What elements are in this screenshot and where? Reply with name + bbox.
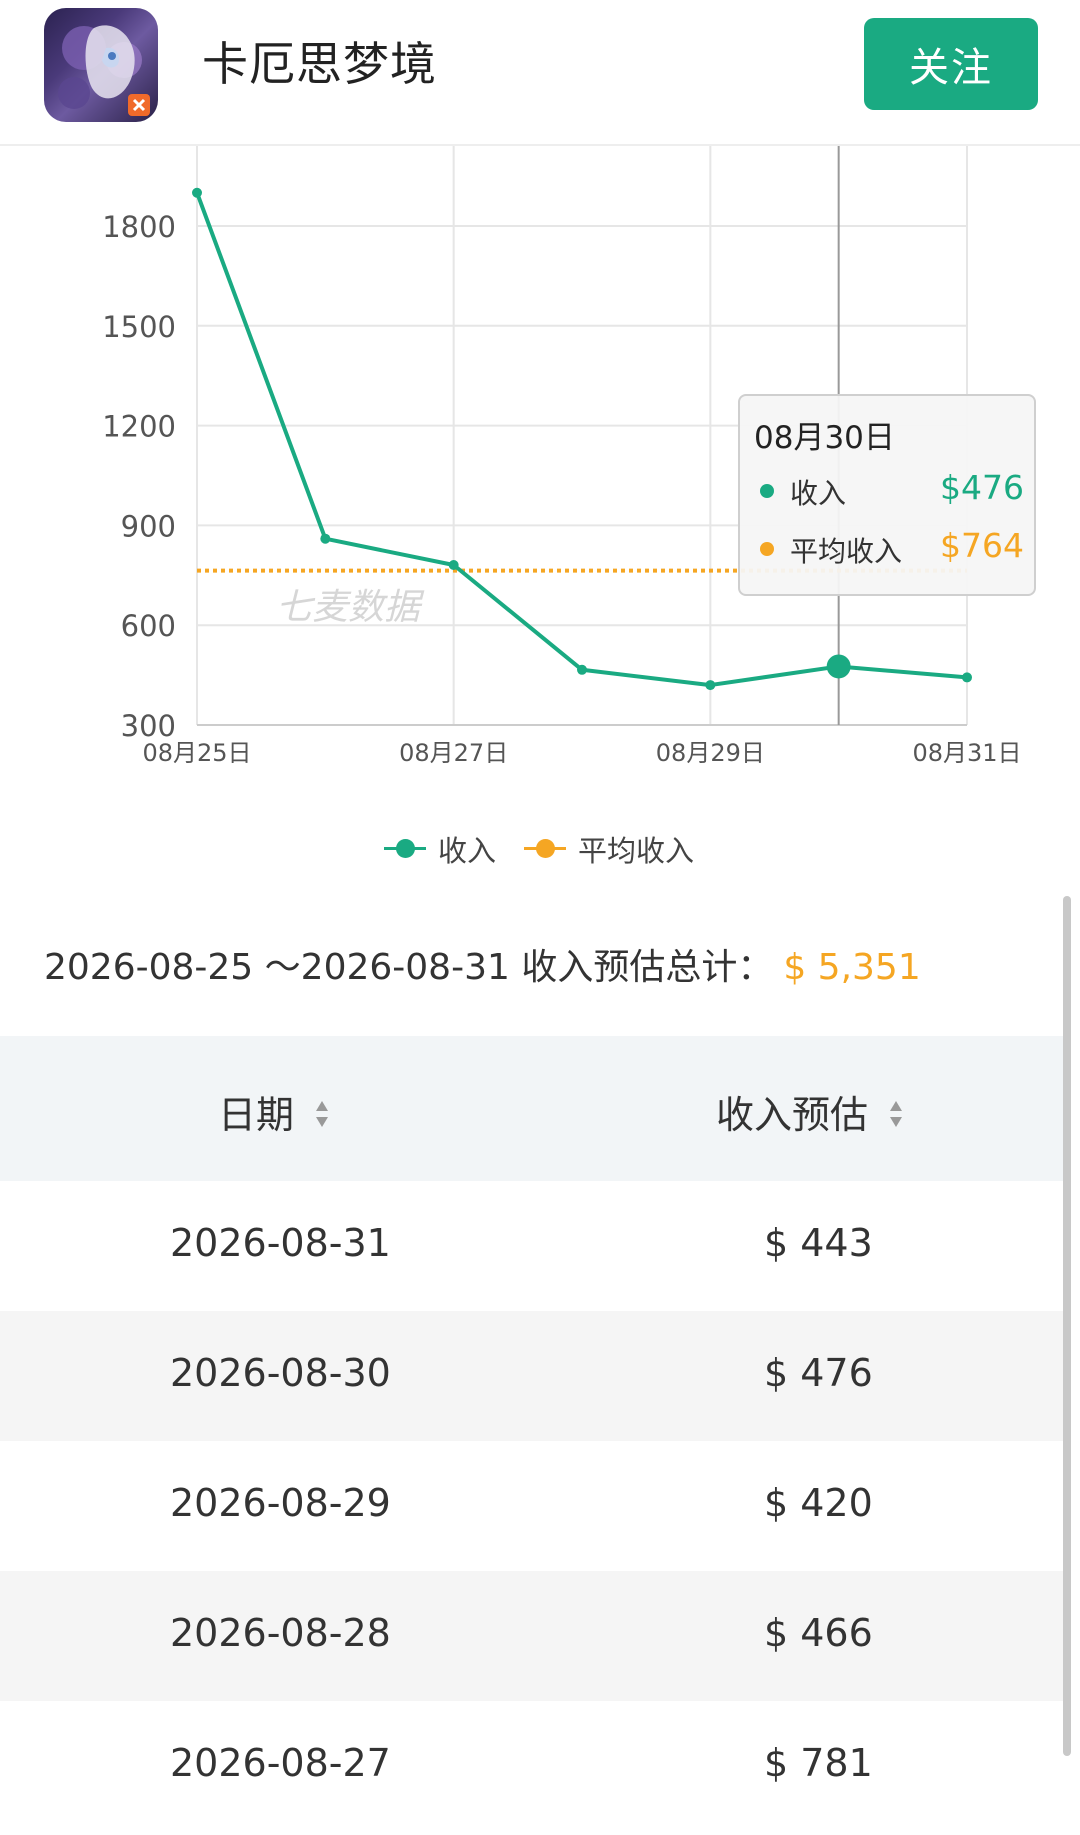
chart-watermark: 七麦数据 <box>276 587 425 628</box>
row-date: 2026-08-28 <box>170 1611 391 1655</box>
row-date: 2026-08-30 <box>170 1351 391 1395</box>
app-icon[interactable] <box>44 8 158 122</box>
row-revenue: $ 443 <box>764 1221 873 1265</box>
tooltip-row-average: 平均收入 $764 <box>754 526 1024 568</box>
revenue-chart: 300 600 900 1200 1500 1800 08月25日 08月27日 08月29日 0… <box>0 146 1080 876</box>
summary-total: $ 5,351 <box>783 947 921 988</box>
table-row: 2026-08-30 $ 476 <box>0 1311 1068 1441</box>
column-header-date-label: 日期 <box>218 1093 295 1137</box>
legend-dot-average <box>536 839 555 858</box>
app-icon-art <box>58 25 150 116</box>
table-row: 2026-08-27 $ 781 <box>0 1701 1068 1831</box>
x-tick-label: 08月27日 <box>399 739 508 767</box>
y-tick-label: 1800 <box>102 210 176 244</box>
row-revenue: $ 476 <box>764 1351 873 1395</box>
table-row: 2026-08-31 $ 443 <box>0 1181 1068 1311</box>
revenue-point <box>192 187 202 198</box>
column-header-date[interactable]: 日期 <box>218 1084 330 1139</box>
tooltip-revenue-dot <box>760 484 774 498</box>
x-tick-label: 08月25日 <box>142 739 251 767</box>
tooltip-average-label: 平均收入 <box>790 535 903 568</box>
tooltip-row-revenue: 收入 $476 <box>754 468 1024 510</box>
table-header: 日期 收入预估 <box>0 1036 1068 1181</box>
row-date: 2026-08-31 <box>170 1221 391 1265</box>
revenue-point <box>962 672 972 683</box>
legend-item-revenue[interactable]: 收入 <box>384 826 514 870</box>
revenue-table: 日期 收入预估 2026-08-31 $ 443 2026-08-30 $ 47… <box>0 1036 1068 1831</box>
row-date: 2026-08-29 <box>170 1481 391 1525</box>
legend-dot-revenue <box>396 839 415 858</box>
tooltip-average-dot <box>760 542 774 556</box>
revenue-summary: 2026-08-25 ～2026-08-31 收入预估总计： $ 5,351 <box>44 938 921 990</box>
y-tick-label: 1500 <box>102 310 176 344</box>
app-title: 卡厄思梦境 <box>202 37 437 91</box>
legend-label-average: 平均收入 <box>578 834 695 868</box>
column-header-revenue-label: 收入预估 <box>716 1093 869 1137</box>
revenue-point <box>577 664 587 675</box>
x-tick-label: 08月29日 <box>656 739 765 767</box>
sort-icon[interactable] <box>314 1099 330 1129</box>
app-header: 卡厄思梦境 关注 <box>0 0 1080 146</box>
legend-label-revenue: 收入 <box>438 834 497 868</box>
y-tick-label: 300 <box>121 709 176 743</box>
summary-range-text: 2026-08-25 ～2026-08-31 收入预估总计： <box>44 947 774 988</box>
revenue-point <box>705 680 716 691</box>
legend-item-average[interactable]: 平均收入 <box>524 826 714 870</box>
tooltip-date: 08月30日 <box>754 420 895 456</box>
sort-icon[interactable] <box>888 1099 904 1129</box>
row-revenue: $ 420 <box>764 1481 873 1525</box>
tooltip-revenue-label: 收入 <box>790 477 847 510</box>
column-header-revenue[interactable]: 收入预估 <box>716 1084 904 1139</box>
table-row: 2026-08-28 $ 466 <box>0 1571 1068 1701</box>
y-tick-label: 1200 <box>102 410 176 444</box>
row-revenue: $ 466 <box>764 1611 873 1655</box>
revenue-point <box>826 654 851 679</box>
chart-legend: 收入 平均收入 <box>0 826 1080 870</box>
app-root: 卡厄思梦境 关注 300 600 900 1200 1500 1800 08月25日 08月2… <box>0 0 1080 1835</box>
tooltip-average-value: $764 <box>940 526 1024 565</box>
table-row: 2026-08-29 $ 420 <box>0 1441 1068 1571</box>
page-scrollbar[interactable] <box>1063 896 1071 1756</box>
x-tick-label: 08月31日 <box>912 739 1021 767</box>
row-revenue: $ 781 <box>764 1741 873 1785</box>
revenue-point <box>448 559 459 570</box>
row-date: 2026-08-27 <box>170 1741 391 1785</box>
tooltip-revenue-value: $476 <box>940 468 1024 507</box>
y-tick-label: 900 <box>121 509 176 543</box>
chart-tooltip: 08月30日 收入 $476 平均收入 $764 <box>738 394 1036 596</box>
y-tick-label: 600 <box>121 609 176 643</box>
revenue-point <box>320 533 331 544</box>
follow-button[interactable]: 关注 <box>864 18 1038 110</box>
